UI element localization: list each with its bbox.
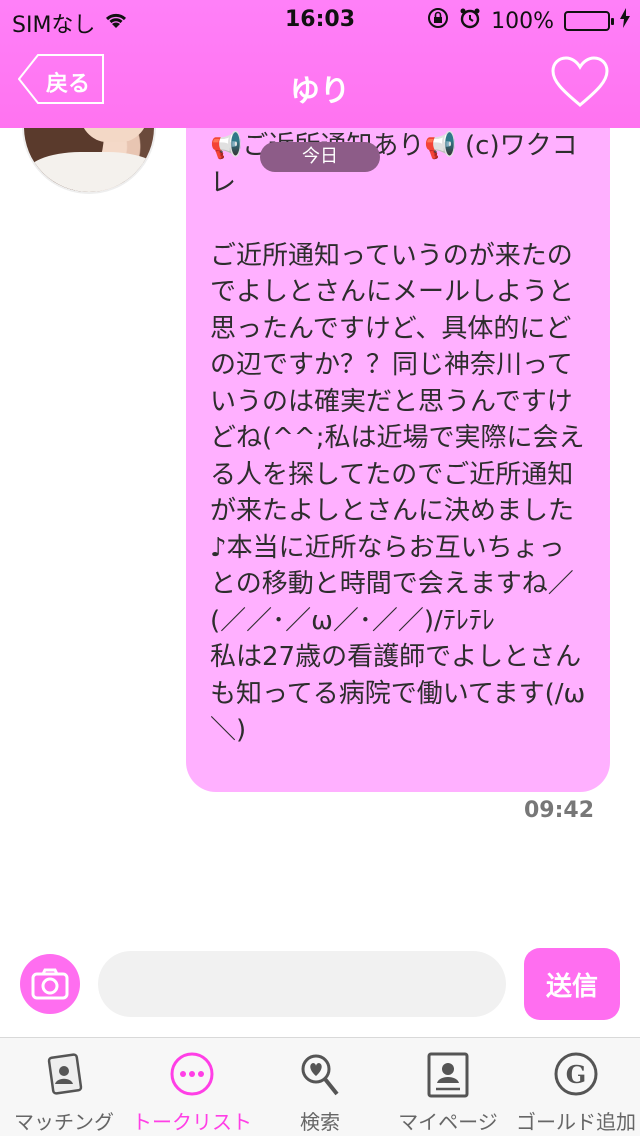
battery-icon — [564, 11, 614, 31]
tab-search-label: 検索 — [300, 1110, 340, 1134]
tab-talk-list[interactable]: トークリスト — [128, 1038, 256, 1136]
battery-percent: 100% — [491, 8, 554, 34]
camera-icon — [31, 968, 69, 1000]
message-input[interactable] — [98, 951, 506, 1017]
date-separator: 今日 — [260, 142, 380, 172]
heart-icon — [551, 56, 609, 107]
chat-partner-name: ゆり — [290, 74, 350, 109]
camera-button[interactable] — [20, 954, 80, 1014]
message-bubble: 📢ご近所通知あり📢 (c)ワクコレ ご近所通知っていうのが来たのでよしとさんにメ… — [186, 128, 610, 792]
gold-coin-icon: G — [554, 1052, 598, 1096]
chat-area[interactable]: 📢ご近所通知あり📢 (c)ワクコレ ご近所通知っていうのが来たのでよしとさんにメ… — [0, 128, 640, 940]
tab-matching-label: マッチング — [14, 1110, 114, 1134]
message-timestamp: 09:42 — [523, 798, 594, 823]
message-text: 📢ご近所通知あり📢 (c)ワクコレ ご近所通知っていうのが来たのでよしとさんにメ… — [210, 131, 586, 745]
send-button[interactable]: 送信 — [524, 948, 620, 1020]
status-right: 100% — [427, 7, 630, 35]
tab-gold-add[interactable]: G ゴールド追加 — [512, 1038, 640, 1136]
rotation-lock-icon — [427, 7, 449, 35]
charging-icon — [620, 8, 630, 34]
app-header: SIMなし 16:03 100% 戻る ゆり — [0, 0, 640, 128]
matching-card-icon — [47, 1053, 83, 1095]
tab-bar: マッチング トークリスト 検索 マイページ G ゴールド追加 — [0, 1037, 640, 1136]
alarm-icon — [459, 7, 481, 35]
tab-matching[interactable]: マッチング — [0, 1038, 128, 1136]
status-bar: SIMなし 16:03 100% — [0, 0, 640, 40]
tab-my-page[interactable]: マイページ — [384, 1038, 512, 1136]
favorite-button[interactable] — [550, 56, 610, 108]
search-heart-icon — [301, 1054, 339, 1096]
tab-search[interactable]: 検索 — [256, 1038, 384, 1136]
tab-my-page-label: マイページ — [398, 1110, 498, 1134]
chat-bubble-icon — [170, 1052, 214, 1096]
tab-talk-list-label: トークリスト — [132, 1110, 252, 1134]
tab-gold-add-label: ゴールド追加 — [516, 1110, 636, 1134]
avatar-shirt — [24, 152, 154, 192]
svg-text:G: G — [566, 1060, 587, 1089]
avatar[interactable] — [22, 128, 156, 194]
profile-icon — [427, 1052, 469, 1098]
